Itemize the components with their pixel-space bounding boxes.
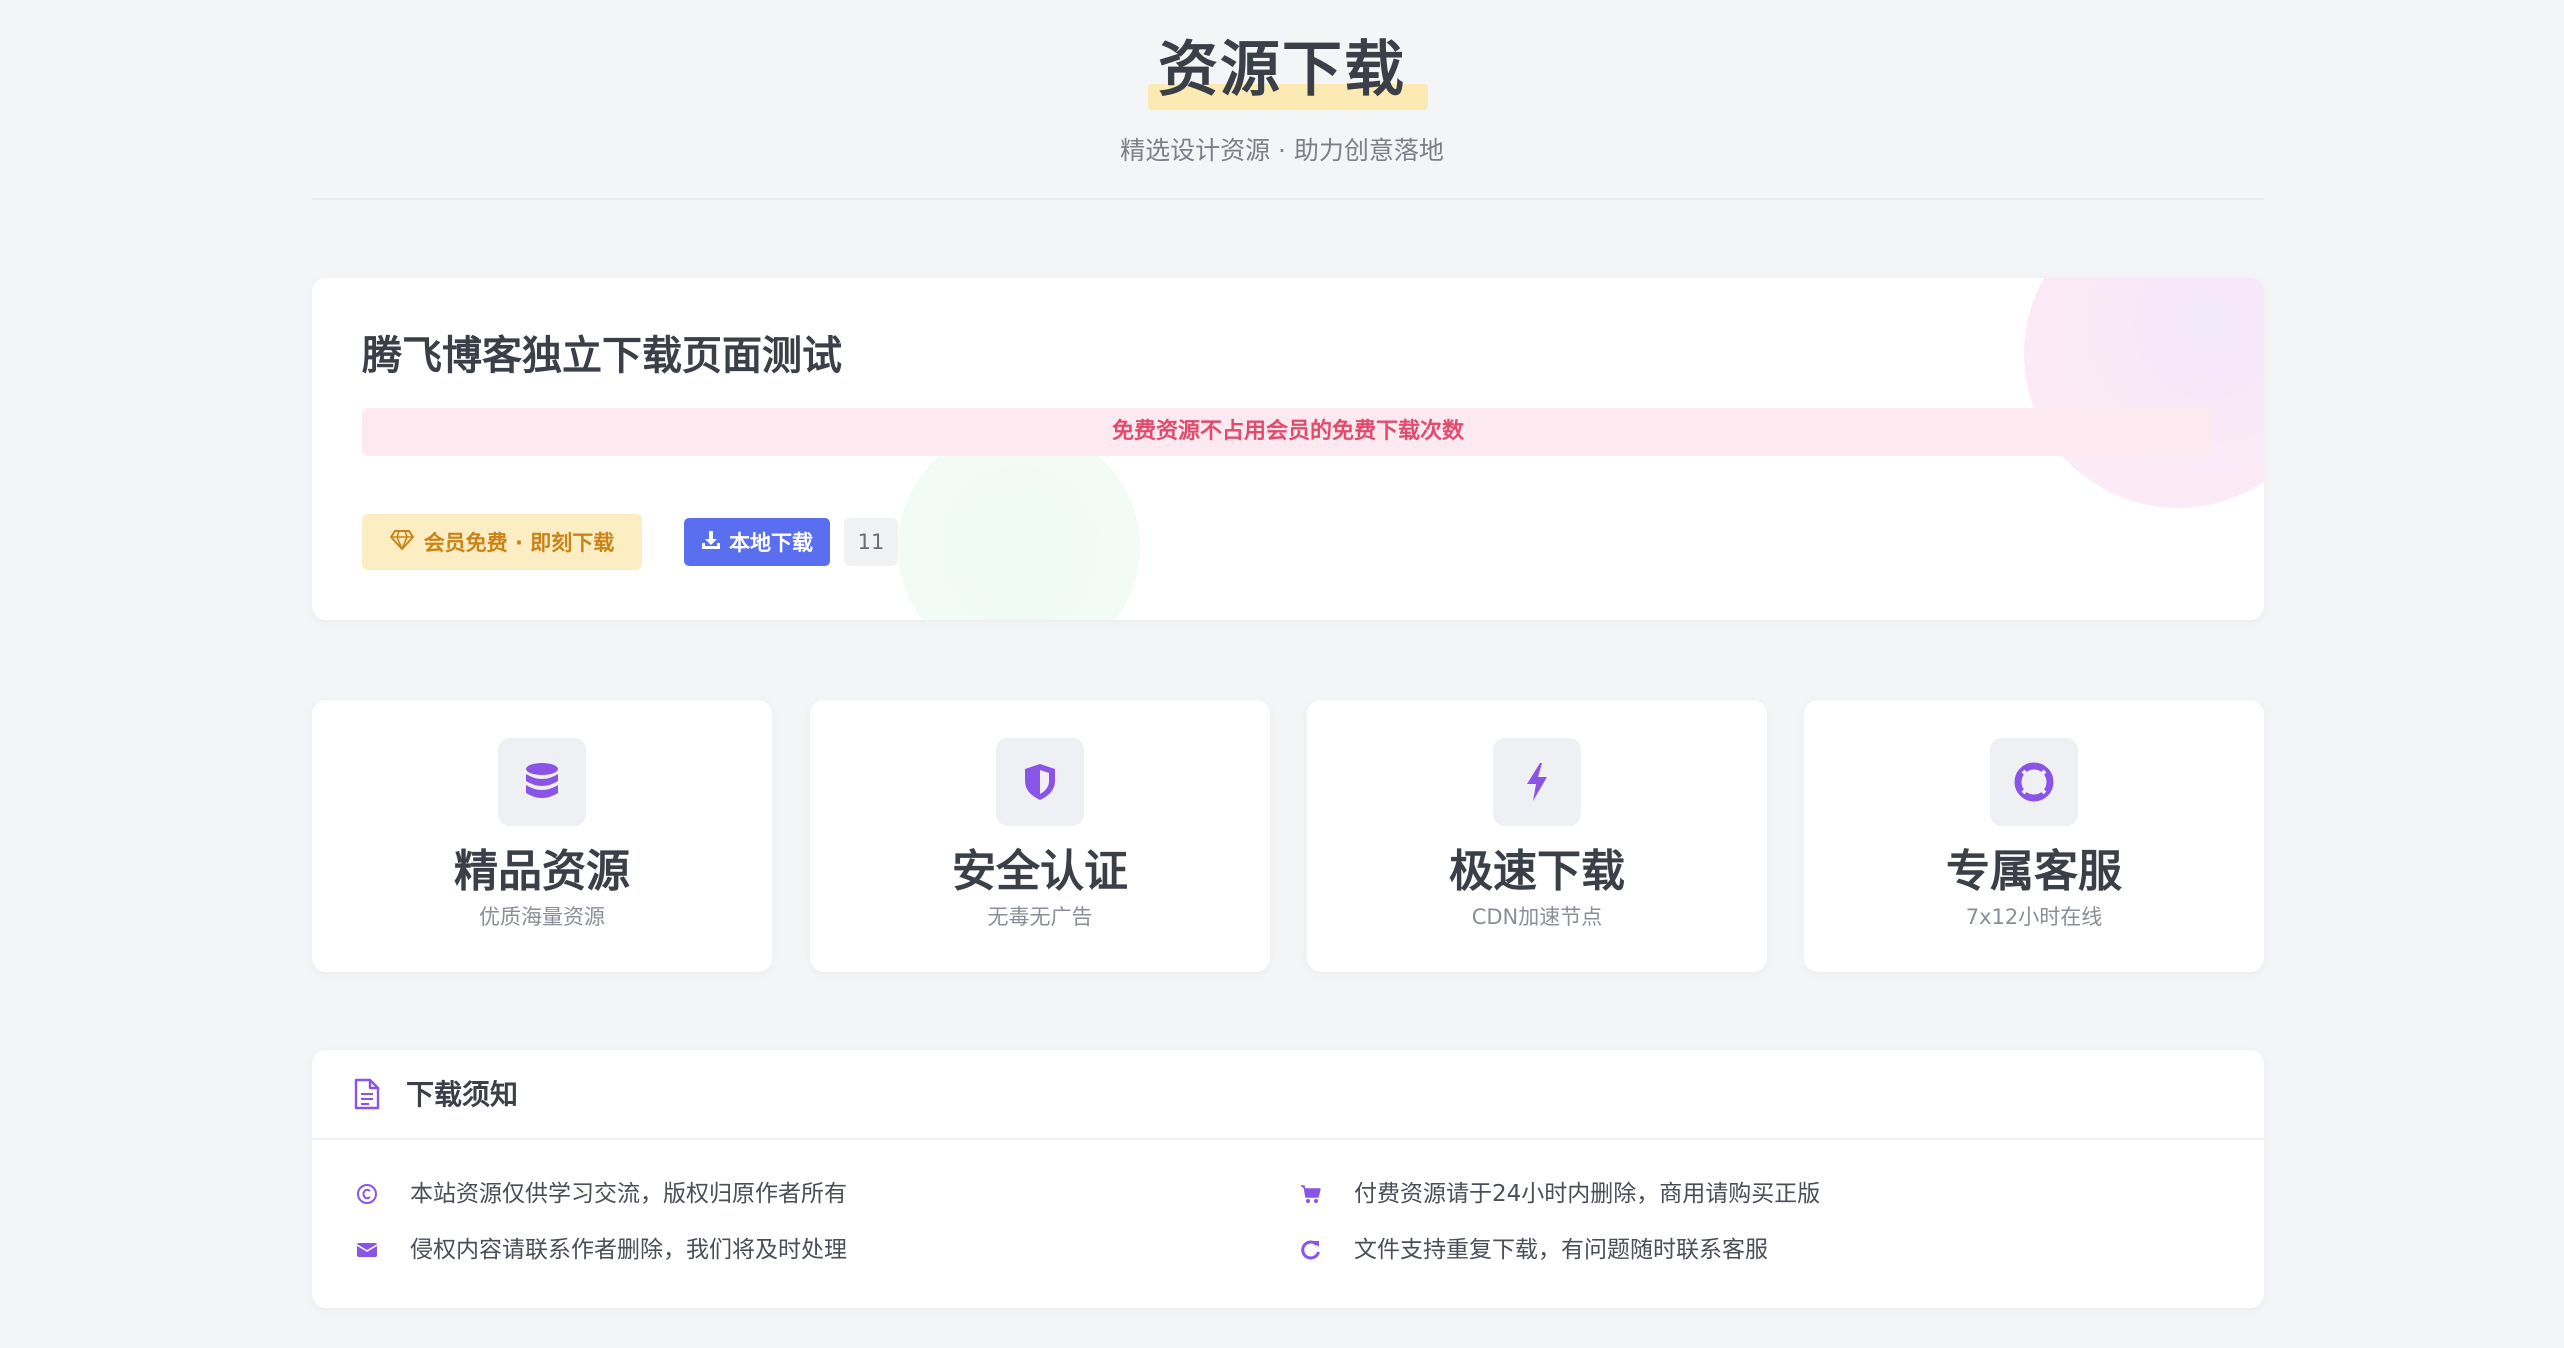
download-notice-card: 下载须知 本站资源仅供学习交流，版权归原作者所有 付费资源请于24小时内删除，商… — [312, 1050, 2264, 1308]
page-subtitle: 精选设计资源 · 助力创意落地 — [1120, 136, 1444, 165]
notice-item: 本站资源仅供学习交流，版权归原作者所有 — [354, 1178, 847, 1210]
vip-download-button[interactable]: 会员免费 · 即刻下载 — [362, 514, 642, 570]
lightning-icon — [1493, 738, 1581, 826]
feature-title: 专属客服 — [1946, 846, 2122, 897]
notice-item-text: 本站资源仅供学习交流，版权归原作者所有 — [410, 1181, 847, 1207]
notice-item-text: 付费资源请于24小时内删除，商用请购买正版 — [1354, 1181, 1821, 1207]
lifebuoy-icon — [1990, 738, 2078, 826]
feature-card-security: 安全认证 无毒无广告 — [810, 700, 1270, 972]
document-icon — [354, 1078, 380, 1114]
resource-title: 腾飞博客独立下载页面测试 — [362, 333, 842, 379]
feature-card-support: 专属客服 7x12小时在线 — [1804, 700, 2264, 972]
copyright-icon — [354, 1181, 380, 1207]
notice-item-text: 文件支持重复下载，有问题随时联系客服 — [1354, 1237, 1768, 1263]
envelope-icon — [354, 1237, 380, 1263]
notice-item: 文件支持重复下载，有问题随时联系客服 — [1298, 1234, 1768, 1266]
free-notice-bar: 免费资源不占用会员的免费下载次数 — [362, 408, 2214, 456]
header-divider — [312, 198, 2264, 200]
notice-item: 付费资源请于24小时内删除，商用请购买正版 — [1298, 1178, 1820, 1210]
notice-title: 下载须知 — [406, 1078, 519, 1111]
refresh-icon — [1298, 1237, 1324, 1263]
feature-title: 精品资源 — [454, 846, 630, 897]
local-download-button[interactable]: 本地下载 — [684, 518, 830, 566]
feature-card-resources: 精品资源 优质海量资源 — [312, 700, 772, 972]
shield-icon — [996, 738, 1084, 826]
download-icon — [701, 530, 721, 555]
notice-header: 下载须知 — [312, 1050, 2264, 1140]
local-download-label: 本地下载 — [729, 531, 813, 555]
notice-item-text: 侵权内容请联系作者删除，我们将及时处理 — [410, 1237, 847, 1263]
resource-card: 腾飞博客独立下载页面测试 免费资源不占用会员的免费下载次数 会员免费 · 即刻下… — [312, 278, 2264, 620]
vip-download-label: 会员免费 · 即刻下载 — [423, 531, 615, 555]
feature-desc: 无毒无广告 — [987, 905, 1093, 929]
feature-card-speed: 极速下载 CDN加速节点 — [1307, 700, 1767, 972]
cart-icon — [1298, 1181, 1324, 1207]
database-icon — [498, 738, 586, 826]
page-title: 资源下载 — [1158, 35, 1406, 105]
feature-desc: CDN加速节点 — [1471, 905, 1603, 929]
feature-title: 安全认证 — [952, 846, 1128, 897]
download-count-badge: 11 — [844, 518, 898, 566]
feature-title: 极速下载 — [1449, 846, 1625, 897]
feature-desc: 优质海量资源 — [479, 905, 605, 929]
feature-desc: 7x12小时在线 — [1965, 905, 2103, 929]
diamond-icon — [389, 529, 414, 556]
notice-item: 侵权内容请联系作者删除，我们将及时处理 — [354, 1234, 847, 1266]
decor-blob-pink — [2024, 278, 2264, 508]
